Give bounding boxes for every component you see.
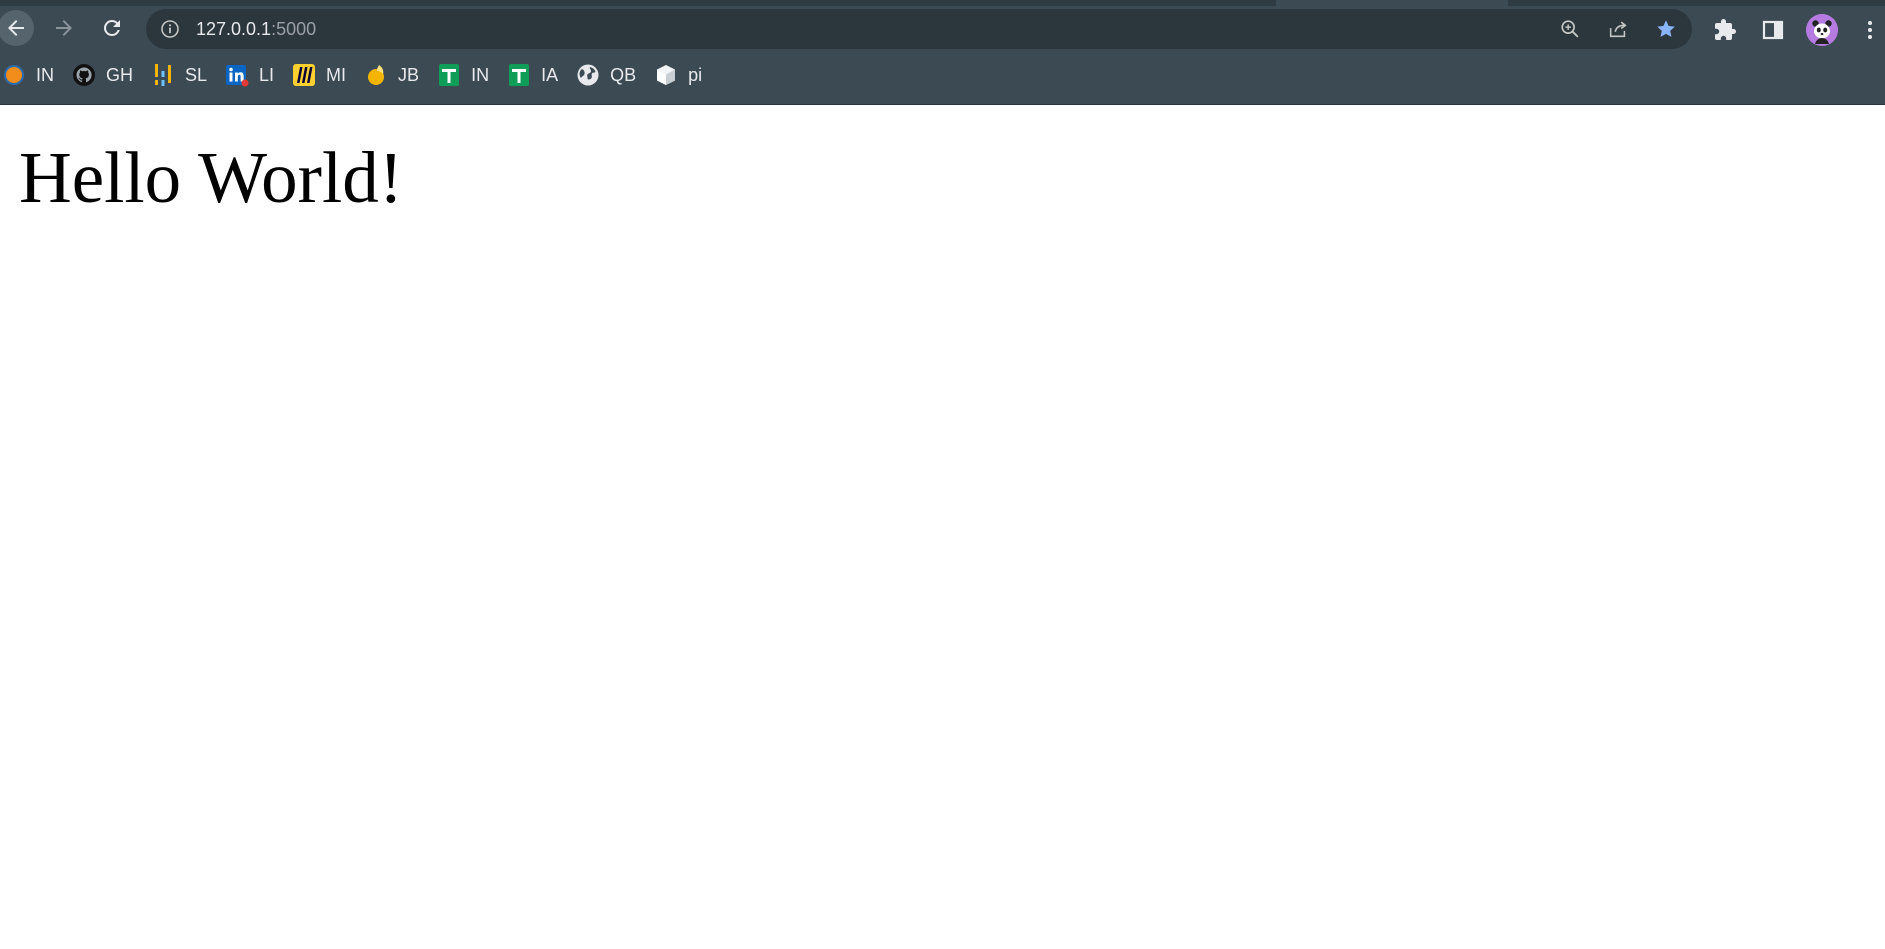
url-text[interactable]: 127.0.0.1:5000 (196, 9, 316, 49)
cube-icon (654, 63, 678, 87)
globe-icon (576, 63, 600, 87)
drop-icon (364, 63, 388, 87)
green-sheet-icon (437, 63, 461, 87)
bookmark-ia[interactable]: IA (503, 59, 566, 91)
share-icon[interactable] (1607, 18, 1629, 40)
forward-button[interactable] (46, 10, 82, 46)
bookmark-label: SL (185, 64, 208, 85)
panda-avatar-icon (1806, 14, 1838, 46)
bookmark-label: IA (541, 64, 559, 85)
info-icon[interactable] (160, 19, 180, 39)
bookmark-li[interactable]: LI (221, 59, 282, 91)
bookmarks-bar: IN GH SL LI MI JB IN IA QB pi (0, 56, 1885, 94)
bookmark-label: IN (471, 64, 490, 85)
address-bar[interactable]: 127.0.0.1:5000 (146, 9, 1692, 49)
github-icon (72, 63, 96, 87)
url-port: :5000 (271, 19, 317, 39)
bookmark-label: QB (610, 64, 637, 85)
browser-toolbar: 127.0.0.1:5000 (0, 6, 1885, 50)
bookmark-label: GH (106, 64, 133, 85)
browser-chrome: 127.0.0.1:5000 IN GH SL LI MI JB IN IA Q… (0, 0, 1885, 105)
bookmark-label: pi (688, 64, 703, 85)
bookmark-gh[interactable]: GH (68, 59, 141, 91)
side-panel-icon[interactable] (1761, 18, 1785, 42)
bookmark-label: LI (259, 64, 275, 85)
extensions-icon[interactable] (1713, 18, 1737, 42)
more-menu-icon[interactable] (1858, 18, 1882, 42)
bookmark-label: MI (326, 64, 347, 85)
back-button[interactable] (0, 10, 34, 46)
bars-icon (151, 63, 175, 87)
bookmark-mi[interactable]: MI (288, 59, 354, 91)
bookmark-sl[interactable]: SL (147, 59, 215, 91)
bookmark-label: IN (36, 64, 54, 85)
bookmark-in-2[interactable]: IN (433, 59, 497, 91)
reload-icon (103, 19, 120, 36)
bookmark-in-1[interactable]: IN (0, 59, 62, 91)
bookmark-label: JB (398, 64, 420, 85)
arrow-left-icon (8, 20, 24, 36)
zoom-in-icon[interactable] (1559, 18, 1581, 40)
bookmark-jb[interactable]: JB (360, 59, 427, 91)
url-host: 127.0.0.1 (196, 19, 272, 39)
bookmark-star-icon[interactable] (1655, 18, 1677, 40)
arrow-right-icon (56, 20, 72, 36)
green-sheet-icon (507, 63, 531, 87)
profile-avatar[interactable] (1806, 14, 1838, 46)
reload-button[interactable] (94, 10, 130, 46)
orange-circle-icon (2, 63, 26, 87)
miro-icon (292, 63, 316, 87)
page-heading: Hello World! (19, 137, 404, 218)
bookmark-qb[interactable]: QB (572, 59, 644, 91)
bookmark-pi[interactable]: pi (650, 59, 710, 91)
page-content: Hello World! (0, 105, 1885, 949)
linkedin-icon (225, 63, 249, 87)
